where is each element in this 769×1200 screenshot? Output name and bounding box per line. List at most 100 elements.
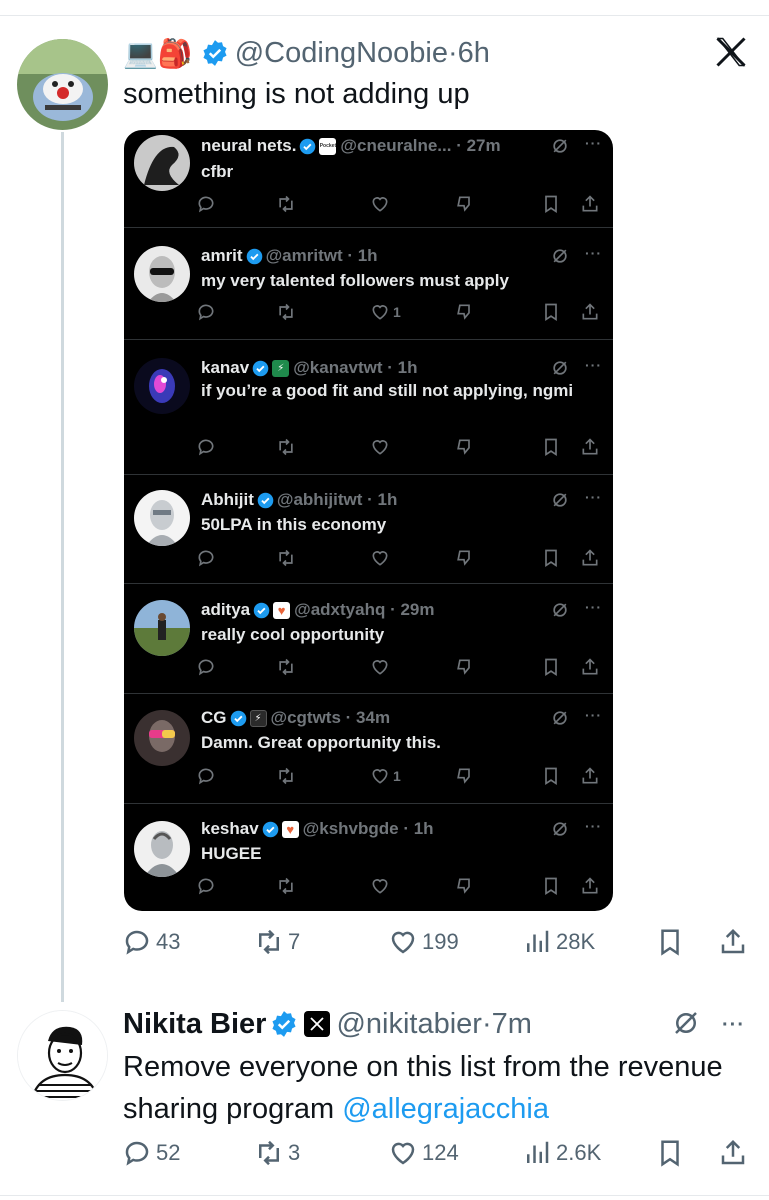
like-button[interactable]: 199 xyxy=(388,927,459,957)
reply-button xyxy=(196,437,216,457)
reply-author-avatar[interactable] xyxy=(17,1010,108,1101)
share-button xyxy=(580,657,600,677)
dislike-icon xyxy=(457,439,470,455)
like-button[interactable]: 124 xyxy=(388,1138,459,1168)
author-handle[interactable]: @CodingNoobie xyxy=(235,37,448,70)
dislike-icon xyxy=(457,878,470,894)
dot-separator: · xyxy=(481,1007,492,1040)
embedded-post: keshav ♥ @kshvbgde · 1h ··· HUGEE xyxy=(124,804,613,911)
handle: @cneuralne... xyxy=(340,136,452,155)
embedded-post: amrit @amritwt · 1h ··· my very talented… xyxy=(124,228,613,340)
reply-button[interactable]: 43 xyxy=(122,927,180,957)
views-count: 28K xyxy=(556,929,596,954)
more-icon: ··· xyxy=(585,489,602,505)
views-icon xyxy=(527,930,549,952)
verified-icon xyxy=(246,248,262,264)
like-count: 1 xyxy=(393,768,401,784)
more-icon[interactable]: ··· xyxy=(722,1014,745,1037)
views-button[interactable]: 28K xyxy=(522,927,595,957)
bookmark-button[interactable] xyxy=(655,927,685,957)
dislike-icon xyxy=(457,304,470,320)
share-button xyxy=(580,766,600,786)
like-icon xyxy=(372,440,388,455)
embedded-header: Abhijit @abhijitwt · 1h xyxy=(201,489,397,511)
embedded-header: neural nets. Pocket @cneuralne... · 27m xyxy=(201,135,501,157)
repost-button[interactable]: 3 xyxy=(254,1138,300,1168)
display-name: Abhijit xyxy=(201,490,254,509)
handle: @kanavtwt xyxy=(293,358,383,377)
mention-link[interactable]: @allegrajacchia xyxy=(342,1093,549,1125)
display-name: keshav xyxy=(201,819,259,838)
views-icon xyxy=(527,1141,549,1163)
badge-icon: ⚡ xyxy=(249,709,267,727)
avatar xyxy=(134,821,190,877)
reply-icon xyxy=(198,768,214,785)
like-icon xyxy=(372,660,388,675)
embedded-header: keshav ♥ @kshvbgde · 1h xyxy=(201,818,434,840)
reply-time[interactable]: 7m xyxy=(492,1008,532,1041)
time: 1h xyxy=(377,490,398,509)
bookmark-button[interactable] xyxy=(655,1138,685,1168)
reply-display-name[interactable]: Nikita Bier xyxy=(123,1008,266,1041)
embedded-text: my very talented followers must apply xyxy=(201,271,509,290)
like-count: 124 xyxy=(422,1140,459,1165)
bookmark-icon xyxy=(545,658,557,677)
post-time[interactable]: 6h xyxy=(458,37,490,70)
reply-icon xyxy=(125,1141,149,1166)
dislike-button xyxy=(454,302,474,322)
dot-separator: · xyxy=(447,36,458,69)
repost-icon xyxy=(279,549,293,567)
embedded-actions: 1 xyxy=(124,766,613,788)
dot-separator: · xyxy=(382,358,398,377)
share-button[interactable] xyxy=(718,927,748,957)
embedded-post: aditya ♥ @adxtyahq · 29m ··· really cool… xyxy=(124,584,613,694)
embedded-header: amrit @amritwt · 1h xyxy=(201,245,378,267)
reply-button[interactable]: 52 xyxy=(122,1138,180,1168)
grok-icon[interactable] xyxy=(671,1008,701,1038)
verified-icon xyxy=(257,492,274,508)
display-name-emojis: 💻🎒 xyxy=(123,37,193,69)
reply-icon xyxy=(198,304,214,321)
views-count: 2.6K xyxy=(556,1140,602,1165)
x-logo-icon[interactable] xyxy=(713,34,749,70)
dot-separator: · xyxy=(342,246,358,265)
embedded-post: Abhijit @abhijitwt · 1h ··· 50LPA in thi… xyxy=(124,475,613,584)
handle: @amritwt xyxy=(265,246,343,265)
embedded-actions xyxy=(124,876,613,898)
share-button xyxy=(580,876,600,896)
dot-separator: · xyxy=(362,490,378,509)
author-avatar[interactable] xyxy=(17,39,108,130)
reply-icon xyxy=(198,550,214,567)
like-button xyxy=(370,657,393,677)
embedded-header: CG ⚡ @cgtwts · 34m xyxy=(201,707,390,729)
bookmark-icon xyxy=(545,303,557,322)
dislike-icon xyxy=(457,196,470,212)
share-icon xyxy=(721,1139,745,1165)
share-icon xyxy=(721,928,745,954)
share-button[interactable] xyxy=(718,1138,748,1168)
verified-icon xyxy=(252,360,269,376)
views-button[interactable]: 2.6K xyxy=(522,1138,601,1168)
share-button xyxy=(580,302,600,322)
repost-button[interactable]: 7 xyxy=(254,927,300,957)
grok-icon xyxy=(553,361,567,375)
embedded-post: kanav ⚡ @kanavtwt · 1h ··· if you’re a g… xyxy=(124,340,613,475)
display-name: CG xyxy=(201,708,227,727)
share-button xyxy=(580,437,600,457)
post-text: something is not adding up xyxy=(123,78,470,110)
more-icon: ··· xyxy=(585,818,602,834)
embedded-actions xyxy=(124,657,613,679)
verified-icon xyxy=(230,710,246,726)
like-button xyxy=(370,876,393,896)
attached-screenshot[interactable]: neural nets. Pocket @cneuralne... · 27m … xyxy=(124,130,613,911)
reply-actions: 52 3 124 2.6K xyxy=(0,1138,769,1174)
bookmark-button xyxy=(541,302,561,322)
dot-separator: · xyxy=(451,136,467,155)
grok-icon xyxy=(553,249,567,263)
dot-separator: · xyxy=(385,600,401,619)
repost-button xyxy=(276,657,296,677)
reply-handle[interactable]: @nikitabier xyxy=(336,1008,482,1041)
avatar xyxy=(134,490,190,546)
avatar xyxy=(134,135,190,191)
bottom-divider xyxy=(0,1195,769,1196)
